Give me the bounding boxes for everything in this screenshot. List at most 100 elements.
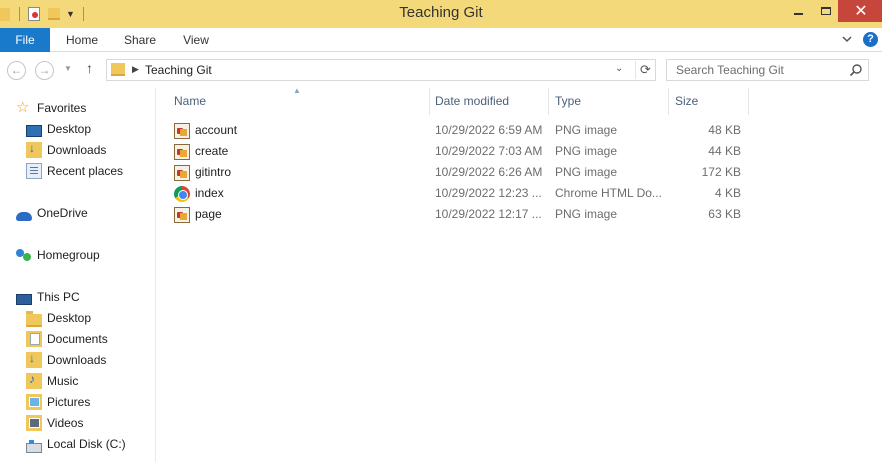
maximize-icon <box>821 7 831 15</box>
videos-icon <box>26 415 42 431</box>
file-type: Chrome HTML Do... <box>555 186 662 200</box>
sidebar-item-label: Documents <box>47 332 108 346</box>
sidebar-item-label: Desktop <box>47 311 92 325</box>
file-date-modified: 10/29/2022 12:17 ... <box>435 207 542 221</box>
ribbon-tabs: File Home Share View ? <box>0 28 882 52</box>
recent-locations-chevron-icon[interactable]: ▼ <box>64 64 72 73</box>
breadcrumb-teaching-git[interactable]: Teaching Git <box>145 63 212 77</box>
sidebar-item-label: Recent places <box>47 164 124 178</box>
help-icon[interactable]: ? <box>863 32 878 47</box>
local-disk-icon <box>26 440 42 453</box>
column-divider[interactable] <box>748 88 749 115</box>
folder-icon <box>111 63 125 76</box>
sidebar-item-label: Downloads <box>47 143 107 157</box>
file-name: index <box>195 186 224 200</box>
recent-places-icon <box>26 163 42 179</box>
sidebar-item-documents[interactable]: Documents <box>26 329 108 349</box>
sidebar-item-label: OneDrive <box>37 206 88 220</box>
sidebar-item-label: Desktop <box>47 122 92 136</box>
column-header-size[interactable]: Size <box>669 88 747 115</box>
up-arrow-icon[interactable]: ↑ <box>86 60 93 76</box>
sidebar-item-pc-desktop[interactable]: Desktop <box>26 308 91 328</box>
sidebar-item-this-pc[interactable]: This PC <box>16 287 80 307</box>
sidebar-item-label: Homegroup <box>37 248 100 262</box>
desktop-folder-icon <box>26 310 42 327</box>
onedrive-icon <box>16 211 32 221</box>
file-row-gitintro[interactable]: gitintro 10/29/2022 6:26 AM PNG image 17… <box>168 162 748 183</box>
file-size: 63 KB <box>708 207 741 221</box>
close-icon: ✕ <box>854 3 868 20</box>
maximize-button[interactable] <box>812 0 840 22</box>
sidebar-item-label: Music <box>47 374 79 388</box>
column-header-type[interactable]: Type <box>549 88 667 115</box>
sidebar-item-label: Favorites <box>37 101 87 115</box>
file-type: PNG image <box>555 123 618 137</box>
sidebar-item-videos[interactable]: Videos <box>26 413 83 433</box>
file-row-create[interactable]: create 10/29/2022 7:03 AM PNG image 44 K… <box>168 141 748 162</box>
file-size: 48 KB <box>708 123 741 137</box>
downloads-icon <box>26 141 42 158</box>
sidebar-item-label: Pictures <box>47 395 91 409</box>
tab-home[interactable]: Home <box>58 28 106 52</box>
sidebar-item-downloads[interactable]: Downloads <box>26 140 106 160</box>
forward-button[interactable]: → <box>35 61 54 80</box>
navigation-bar: ← → ▼ ↑ ▶ Teaching Git ⌄ ⟳ <box>0 52 882 88</box>
pictures-icon <box>26 394 42 410</box>
sidebar-item-label: Local Disk (C:) <box>47 437 126 451</box>
sidebar-item-favorites[interactable]: ☆ Favorites <box>16 98 86 118</box>
close-button[interactable]: ✕ <box>838 0 882 22</box>
breadcrumb-separator-icon[interactable]: ▶ <box>132 64 139 75</box>
search-input[interactable] <box>667 60 845 80</box>
search-icon[interactable] <box>849 63 863 77</box>
address-bar[interactable]: ▶ Teaching Git ⌄ ⟳ <box>106 59 656 81</box>
file-name: account <box>195 123 238 137</box>
star-icon: ☆ <box>16 99 30 116</box>
sidebar-item-homegroup[interactable]: Homegroup <box>16 245 100 265</box>
tab-file[interactable]: File <box>0 28 50 52</box>
downloads-icon <box>26 351 42 368</box>
desktop-icon <box>26 125 42 137</box>
file-row-index[interactable]: index 10/29/2022 12:23 ... Chrome HTML D… <box>168 183 748 204</box>
sidebar-item-label: Downloads <box>47 353 107 367</box>
expand-ribbon-icon[interactable] <box>840 32 854 46</box>
window-title: Teaching Git <box>399 4 483 21</box>
file-row-account[interactable]: account 10/29/2022 6:59 AM PNG image 48 … <box>168 120 748 141</box>
file-date-modified: 10/29/2022 12:23 ... <box>435 186 542 200</box>
title-bar: ▼ Teaching Git ✕ <box>0 0 882 28</box>
minimize-button[interactable] <box>784 0 812 22</box>
file-size: 172 KB <box>701 165 741 179</box>
png-file-icon <box>174 122 190 139</box>
file-row-page[interactable]: page 10/29/2022 12:17 ... PNG image 63 K… <box>168 204 748 225</box>
music-icon <box>26 372 42 389</box>
column-header-name[interactable]: Name <box>168 88 428 115</box>
back-button[interactable]: ← <box>7 61 26 80</box>
sidebar-item-desktop[interactable]: Desktop <box>26 119 91 139</box>
sidebar-item-pc-downloads[interactable]: Downloads <box>26 350 106 370</box>
file-date-modified: 10/29/2022 7:03 AM <box>435 144 543 158</box>
sidebar-item-pictures[interactable]: Pictures <box>26 392 90 412</box>
minimize-icon <box>793 13 803 15</box>
sidebar-item-onedrive[interactable]: OneDrive <box>16 203 88 223</box>
file-name: page <box>195 207 222 221</box>
sidebar-item-local-disk[interactable]: Local Disk (C:) <box>26 434 126 454</box>
column-header-date-modified[interactable]: Date modified <box>429 88 547 115</box>
back-arrow-icon: ← <box>10 63 23 77</box>
file-type: PNG image <box>555 144 618 158</box>
chrome-html-icon <box>174 185 190 202</box>
address-dropdown-icon[interactable]: ⌄ <box>615 63 623 74</box>
refresh-button[interactable]: ⟳ <box>635 61 655 79</box>
file-date-modified: 10/29/2022 6:26 AM <box>435 165 543 179</box>
search-box[interactable] <box>666 59 869 81</box>
sidebar-item-recent-places[interactable]: Recent places <box>26 161 123 181</box>
sidebar-item-label: This PC <box>37 290 80 304</box>
file-size: 4 KB <box>714 186 741 200</box>
sidebar-item-music[interactable]: Music <box>26 371 78 391</box>
tab-view[interactable]: View <box>172 28 220 52</box>
file-date-modified: 10/29/2022 6:59 AM <box>435 123 543 137</box>
sidebar-item-label: Videos <box>47 416 84 430</box>
tab-share[interactable]: Share <box>116 28 164 52</box>
documents-icon <box>26 331 42 347</box>
forward-arrow-icon: → <box>38 63 51 77</box>
png-file-icon <box>174 164 190 181</box>
file-name: gitintro <box>195 165 232 179</box>
